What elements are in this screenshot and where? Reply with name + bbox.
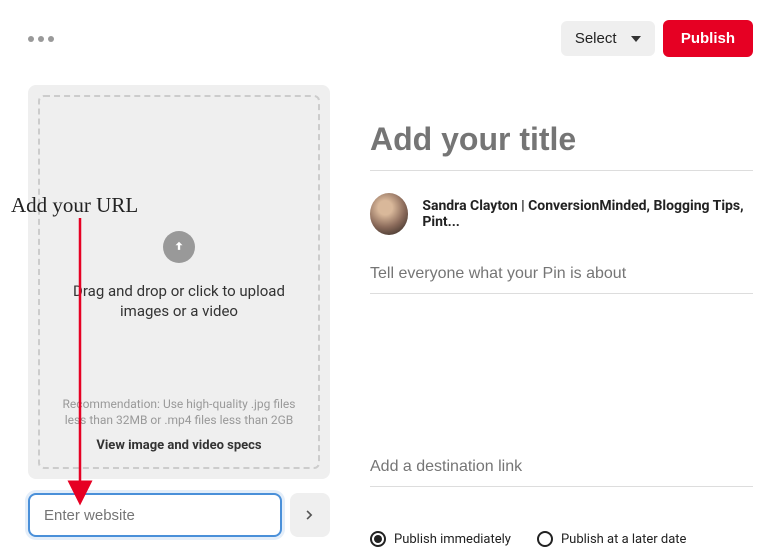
author-name: Sandra Clayton | ConversionMinded, Blogg… [422, 198, 753, 230]
avatar [370, 193, 408, 235]
upload-text: Drag and drop or click to upload images … [55, 281, 303, 322]
more-icon[interactable] [28, 36, 54, 42]
upload-icon [163, 231, 195, 263]
radio-icon [537, 531, 553, 547]
board-select[interactable]: Select [561, 21, 655, 56]
radio-label: Publish immediately [394, 532, 511, 547]
radio-icon [370, 531, 386, 547]
radio-label: Publish at a later date [561, 532, 687, 547]
specs-link[interactable]: View image and video specs [55, 438, 303, 453]
annotation-text: Add your URL [11, 193, 138, 218]
website-input[interactable] [28, 493, 282, 537]
publish-later-radio[interactable]: Publish at a later date [537, 531, 687, 547]
publish-immediately-radio[interactable]: Publish immediately [370, 531, 511, 547]
chevron-right-icon [303, 508, 317, 522]
upload-recommendation: Recommendation: Use high-quality .jpg fi… [55, 396, 303, 428]
title-input[interactable] [370, 115, 753, 171]
destination-link-input[interactable] [370, 454, 753, 487]
url-submit-button[interactable] [290, 493, 330, 537]
publish-button[interactable]: Publish [663, 20, 753, 57]
description-input[interactable] [370, 261, 753, 294]
upload-area[interactable]: Drag and drop or click to upload images … [28, 85, 330, 479]
